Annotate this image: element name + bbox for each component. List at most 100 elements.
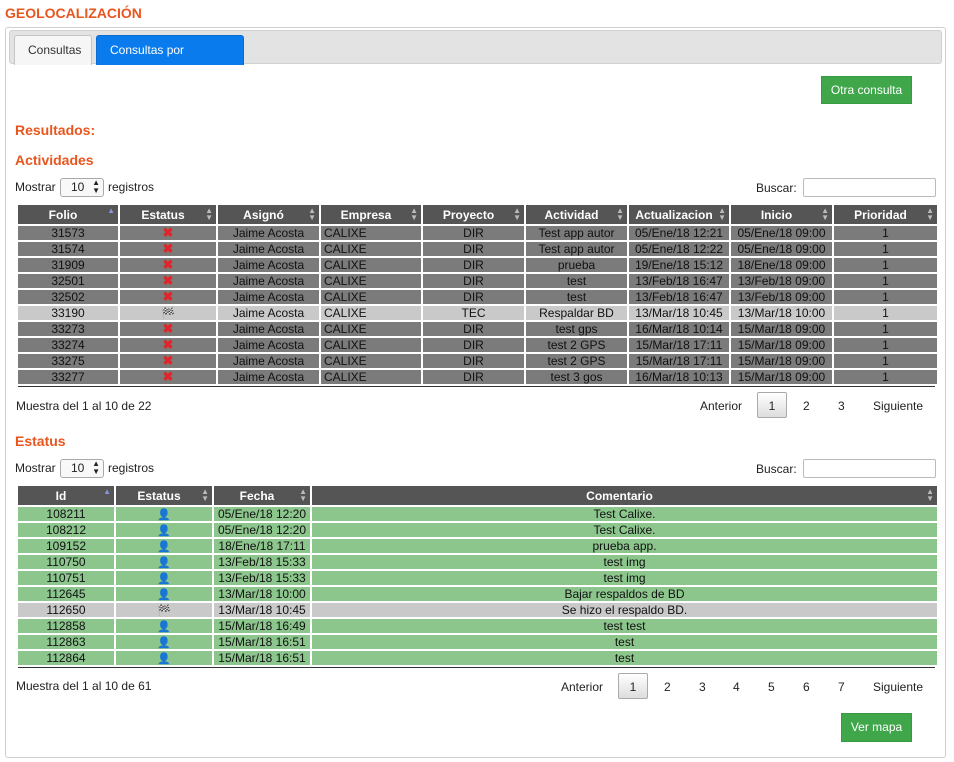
user-status-icon: 👤 [157,524,171,537]
status-cell: ✖ [118,336,218,354]
table-row[interactable]: 112863 👤 15/Mar/18 16:51 test [16,633,939,651]
table-cell: 15/Mar/18 09:00 [729,352,834,370]
otra-consulta-button[interactable]: Otra consulta [821,76,912,104]
table-cell: 15/Mar/18 09:00 [729,320,834,338]
table-cell: DIR [421,368,526,386]
page-length-value: 10 [71,461,85,475]
table-cell: prueba [524,256,629,274]
pager-page-4[interactable]: 4 [733,680,740,694]
table-row[interactable]: 33277 ✖ Jaime Acosta CALIXE DIR test 3 gos 16/… [16,368,939,386]
pager-page-7[interactable]: 7 [838,680,845,694]
pager-prev-button[interactable]: Anterior [561,680,603,694]
table-row[interactable]: 31574 ✖ Jaime Acosta CALIXE DIR Test app auto… [16,240,939,258]
table-row[interactable]: 112650 🏁 13/Mar/18 10:45 Se hizo el respald… [16,601,939,619]
actividades-table: Folio ▲ Estatus ▲ ▼ Asignó ▲ ▼ Empresa ▲ ▼ Proyecto… [16,203,939,386]
table-cell: 31909 [16,256,120,274]
page-length-select[interactable]: 10 ▲ ▼ [60,459,104,478]
checkered-flag-icon: 🏁 [161,307,175,320]
status-cell: ✖ [118,352,218,370]
table-row[interactable]: 112645 👤 13/Mar/18 10:00 Bajar respaldos de… [16,585,939,603]
table-cell: CALIXE [319,352,423,370]
table-row[interactable]: 108211 👤 05/Ene/18 12:20 Test Calixe. [16,505,939,523]
table-row[interactable]: 110750 👤 13/Feb/18 15:33 test img [16,553,939,571]
table-cell: DIR [421,256,526,274]
sort-icon: ▲ ▼ [201,487,209,503]
table-row[interactable]: 110751 👤 13/Feb/18 15:33 test img [16,569,939,587]
table-cell: Jaime Acosta [216,304,321,322]
pager-next-button[interactable]: Siguiente [873,680,923,694]
column-header[interactable]: Fecha ▲ ▼ [212,484,312,507]
cancelled-x-icon: ✖ [162,257,174,272]
search-input[interactable] [803,178,936,197]
table-cell: CALIXE [319,304,423,322]
search-input[interactable] [803,459,936,478]
table-row[interactable]: 33190 🏁 Jaime Acosta CALIXE TEC Respaldar BD 1… [16,304,939,322]
page-length-value: 10 [71,180,85,194]
column-header[interactable]: Inicio ▲ ▼ [729,203,834,226]
page-length-select[interactable]: 10 ▲ ▼ [60,178,104,197]
column-header[interactable]: Actividad ▲ ▼ [524,203,629,226]
table-cell: 13/Mar/18 10:45 [627,304,731,322]
column-header[interactable]: Folio ▲ [16,203,120,226]
table-row[interactable]: 32502 ✖ Jaime Acosta CALIXE DIR test 13/Feb/18… [16,288,939,306]
actividades-heading: Actividades [15,152,94,168]
pager-page-5[interactable]: 5 [768,680,775,694]
table-divider [18,386,935,387]
user-status-icon: 👤 [157,556,171,569]
column-header-label: Id [55,488,67,503]
column-header-label: Comentario [586,488,653,503]
column-header[interactable]: Prioridad ▲ ▼ [832,203,939,226]
column-header[interactable]: Comentario ▲ ▼ [310,484,939,507]
pager-page-2[interactable]: 2 [803,399,810,413]
table-cell: 05/Ene/18 12:22 [627,240,731,258]
table-cell: Se hizo el respaldo BD. [310,601,939,619]
table-row[interactable]: 33273 ✖ Jaime Acosta CALIXE DIR test gps 16/Ma… [16,320,939,338]
status-cell: ✖ [118,368,218,386]
table-cell: Jaime Acosta [216,320,321,338]
column-header[interactable]: Proyecto ▲ ▼ [421,203,526,226]
column-header[interactable]: Id ▲ [16,484,116,507]
table-cell: 16/Mar/18 10:13 [627,368,731,386]
table-cell: 13/Feb/18 15:33 [212,569,312,587]
pager-page-1[interactable]: 1 [618,673,648,699]
column-header[interactable]: Estatus ▲ ▼ [118,203,218,226]
table-row[interactable]: 31909 ✖ Jaime Acosta CALIXE DIR prueba 19/Ene/… [16,256,939,274]
column-header[interactable]: Estatus ▲ ▼ [114,484,214,507]
table-row[interactable]: 31573 ✖ Jaime Acosta CALIXE DIR Test app auto… [16,224,939,242]
table-cell: 1 [832,224,939,242]
pager-page-1[interactable]: 1 [757,392,787,418]
tab-consultas[interactable]: Consultas [14,35,92,65]
tab-consultas-por-persona[interactable]: Consultas por persona [96,35,244,85]
table-row[interactable]: 32501 ✖ Jaime Acosta CALIXE DIR test 13/Feb/18… [16,272,939,290]
table-cell: 110751 [16,569,116,587]
column-header-label: Asignó [243,207,284,222]
pager-page-6[interactable]: 6 [803,680,810,694]
table-row[interactable]: 33274 ✖ Jaime Acosta CALIXE DIR test 2 GPS 15/… [16,336,939,354]
pager-page-3[interactable]: 3 [838,399,845,413]
user-status-icon: 👤 [157,508,171,521]
table-cell: 13/Feb/18 16:47 [627,272,731,290]
ver-mapa-button[interactable]: Ver mapa [841,713,912,742]
table-cell: DIR [421,272,526,290]
table-cell: test img [310,553,939,571]
table-row[interactable]: 112864 👤 15/Mar/18 16:51 test [16,649,939,667]
column-header[interactable]: Asignó ▲ ▼ [216,203,321,226]
column-header[interactable]: Empresa ▲ ▼ [319,203,423,226]
pager-page-3[interactable]: 3 [699,680,706,694]
status-cell: 🏁 [118,304,218,322]
pager-next-button[interactable]: Siguiente [873,399,923,413]
table-row[interactable]: 112858 👤 15/Mar/18 16:49 test test [16,617,939,635]
pager-prev-button[interactable]: Anterior [700,399,742,413]
pager-page-2[interactable]: 2 [664,680,671,694]
table-cell: 15/Mar/18 16:49 [212,617,312,635]
table-cell: 16/Mar/18 10:14 [627,320,731,338]
table-row[interactable]: 109152 👤 18/Ene/18 17:11 prueba app. [16,537,939,555]
table-cell: 32502 [16,288,120,306]
table-cell: 1 [832,352,939,370]
table-divider [18,667,935,668]
column-header[interactable]: Actualizacion ▲ ▼ [627,203,731,226]
table-row[interactable]: 33275 ✖ Jaime Acosta CALIXE DIR test 2 GPS 15/… [16,352,939,370]
user-status-icon: 👤 [157,540,171,553]
table-row[interactable]: 108212 👤 05/Ene/18 12:20 Test Calixe. [16,521,939,539]
mostrar-label: Mostrar [15,461,56,475]
